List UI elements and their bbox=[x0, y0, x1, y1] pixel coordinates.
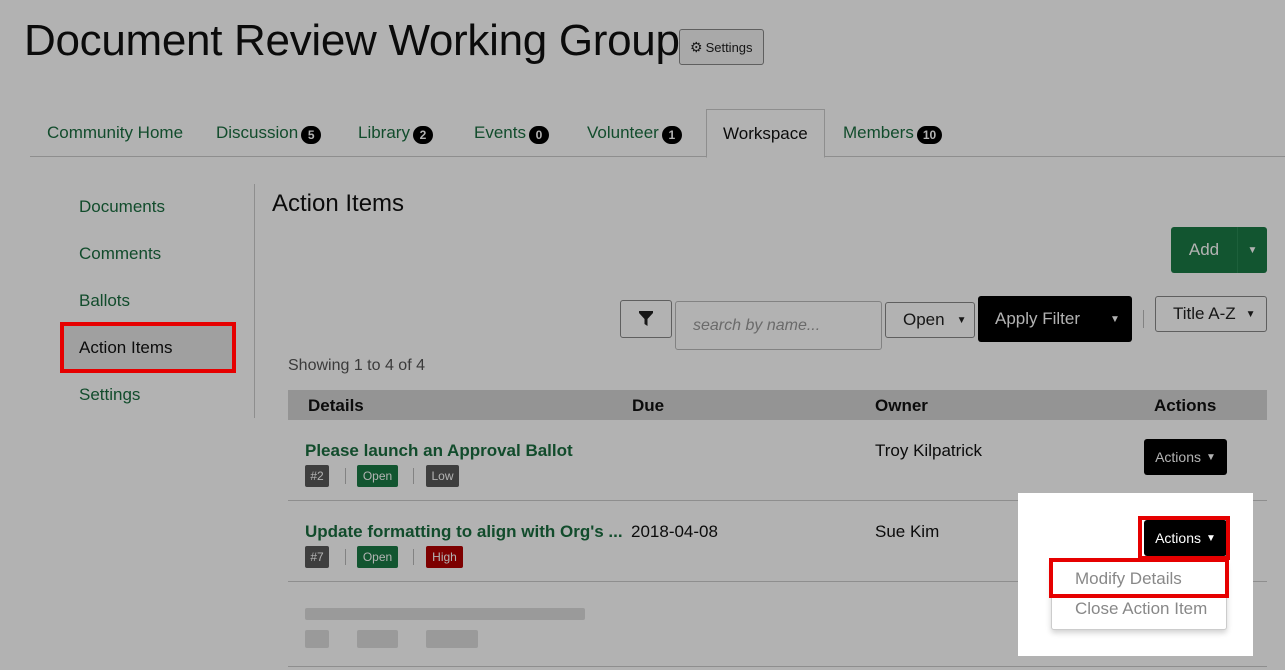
highlight-box bbox=[60, 322, 236, 373]
menu-item-close-action-item[interactable]: Close Action Item bbox=[1075, 599, 1207, 619]
highlight-box bbox=[1138, 516, 1230, 560]
highlight-box bbox=[1049, 558, 1229, 598]
